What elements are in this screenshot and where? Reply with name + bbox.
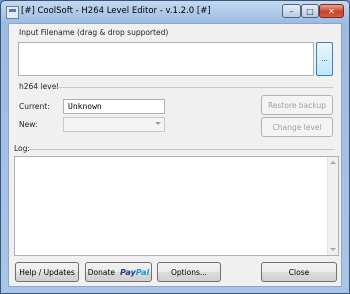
new-level-label: New: bbox=[19, 120, 38, 129]
close-window-button[interactable]: ✕ bbox=[319, 4, 344, 18]
title-bar[interactable]: [#] CoolSoft - H264 Level Editor - v.1.2… bbox=[1, 1, 349, 23]
help-updates-button[interactable]: Help / Updates bbox=[15, 262, 79, 282]
scroll-up-icon[interactable] bbox=[330, 161, 336, 164]
restore-backup-button[interactable]: Restore backup bbox=[261, 95, 333, 115]
section-divider bbox=[51, 87, 333, 88]
paypal-logo-pal: Pal bbox=[135, 267, 150, 277]
current-level-label: Current: bbox=[19, 102, 50, 111]
log-area[interactable] bbox=[14, 156, 339, 256]
new-level-select[interactable] bbox=[63, 117, 165, 132]
current-level-field[interactable]: Unknown bbox=[63, 99, 165, 114]
options-button[interactable]: Options... bbox=[157, 262, 221, 282]
minimize-button[interactable]: – bbox=[282, 4, 301, 18]
scroll-down-icon[interactable] bbox=[330, 248, 336, 251]
log-label: Log: bbox=[14, 144, 30, 153]
chevron-down-icon bbox=[155, 122, 161, 125]
app-icon bbox=[6, 6, 19, 19]
log-divider bbox=[29, 149, 335, 150]
client-area: Input Filename (drag & drop supported) .… bbox=[8, 23, 342, 287]
log-scrollbar[interactable] bbox=[327, 157, 338, 255]
input-filename-field[interactable] bbox=[18, 42, 314, 76]
window-title: [#] CoolSoft - H264 Level Editor - v.1.2… bbox=[21, 6, 211, 16]
change-level-button[interactable]: Change level bbox=[261, 117, 333, 137]
donate-paypal-button[interactable]: Donate PayPal bbox=[85, 262, 152, 282]
close-button[interactable]: Close bbox=[261, 262, 337, 282]
input-filename-label: Input Filename (drag & drop supported) bbox=[19, 28, 169, 37]
paypal-logo: PayPal bbox=[120, 268, 149, 277]
maximize-button[interactable]: □ bbox=[301, 4, 319, 18]
paypal-logo-pay: Pay bbox=[120, 267, 136, 277]
donate-label: Donate bbox=[87, 267, 116, 277]
browse-button[interactable]: ... bbox=[316, 42, 333, 76]
main-window: [#] CoolSoft - H264 Level Editor - v.1.2… bbox=[0, 0, 350, 294]
